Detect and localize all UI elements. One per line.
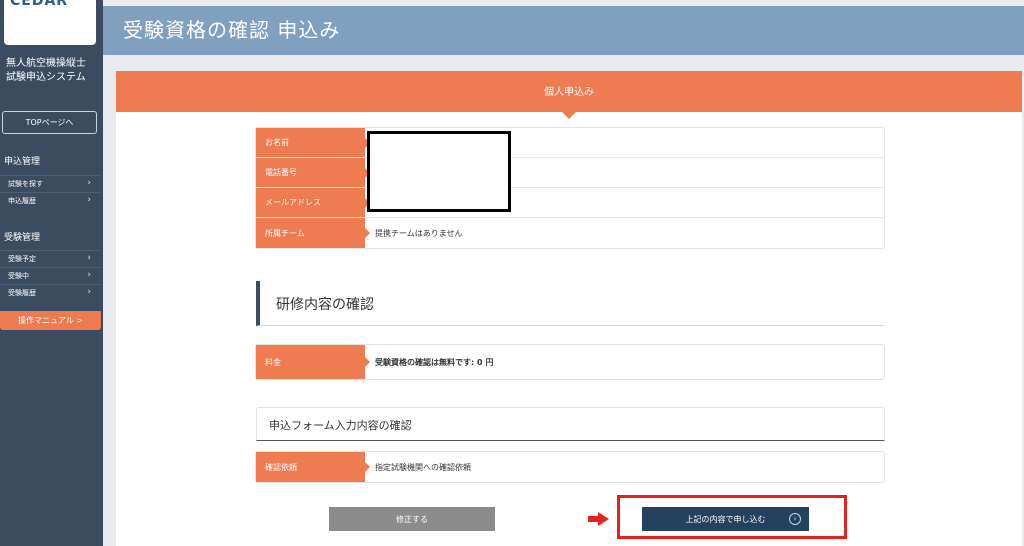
chevron-right-icon: ›	[87, 270, 91, 280]
form-confirm-section-heading: 申込フォーム入力内容の確認	[256, 407, 885, 441]
top-page-button[interactable]: TOPページへ	[2, 111, 97, 134]
system-name: 無人航空機操縦士 試験申込システム	[6, 57, 98, 85]
sidebar-item-in-progress[interactable]: 受験中 ›	[0, 267, 101, 284]
row-value: 提携チームはありません	[375, 228, 463, 238]
arrow-right-icon	[588, 512, 609, 526]
row-label: お名前	[256, 128, 370, 157]
submit-button[interactable]: 上記の内容で申し込む ›	[642, 507, 809, 531]
manual-button[interactable]: 操作マニュアル >	[0, 311, 101, 330]
sidebar-item-application-history[interactable]: 申込履歴 ›	[0, 192, 101, 209]
fee-table: 料金 受験資格の確認は無料です: 0 円	[255, 344, 885, 380]
page-header: 受験資格の確認 申込み	[103, 6, 1024, 55]
page-title: 受験資格の確認 申込み	[123, 18, 341, 42]
sidebar-item-label: 申込履歴	[8, 197, 36, 205]
chevron-right-icon: ›	[87, 253, 91, 263]
training-section-heading: 研修内容の確認	[256, 281, 885, 326]
band-notch	[562, 112, 576, 119]
table-row: お名前	[256, 128, 884, 158]
row-value: 受験資格の確認は無料です: 0 円	[375, 357, 494, 367]
section-heading-application: 申込管理	[4, 157, 41, 167]
personal-info-table: お名前 電話番号 メールアドレス 所属チーム 提携チームはありません	[255, 127, 885, 249]
section-heading-exam: 受験管理	[4, 233, 41, 243]
logo[interactable]: CEDAR	[4, 0, 96, 45]
sidebar-item-exam-history[interactable]: 受験履歴 ›	[0, 284, 101, 301]
row-label: メールアドレス	[256, 188, 370, 217]
chevron-right-icon: ›	[87, 178, 91, 188]
section-title: 研修内容の確認	[276, 297, 374, 313]
chevron-right-icon: ›	[87, 287, 91, 297]
redaction-box	[367, 131, 511, 212]
chevron-right-icon: ›	[87, 195, 91, 205]
row-label: 確認依頼	[256, 452, 370, 482]
confirm-request-table: 確認依頼 指定試験機関への確認依頼	[255, 451, 885, 483]
table-row: 確認依頼 指定試験機関への確認依頼	[256, 452, 884, 482]
section-title: 申込フォーム入力内容の確認	[269, 419, 412, 432]
row-value: 指定試験機関への確認依頼	[375, 462, 471, 472]
fix-button[interactable]: 修正する	[329, 507, 495, 531]
sidebar-item-label: 受験予定	[8, 255, 36, 263]
sidebar-item-label: 試験を探す	[8, 180, 43, 188]
submit-button-label: 上記の内容で申し込む	[685, 514, 766, 524]
table-row: 所属チーム 提携チームはありません	[256, 218, 884, 248]
band-title: 個人申込み	[544, 87, 594, 98]
row-label: 電話番号	[256, 158, 370, 187]
row-label: 料金	[256, 345, 370, 379]
table-row: 電話番号	[256, 158, 884, 188]
row-label: 所属チーム	[256, 218, 370, 248]
chevron-right-circle-icon: ›	[789, 513, 801, 525]
sidebar-item-search-exam[interactable]: 試験を探す ›	[0, 175, 101, 192]
sidebar-item-label: 受験中	[8, 272, 29, 280]
sidebar-item-scheduled[interactable]: 受験予定 ›	[0, 250, 101, 267]
system-name-line2: 試験申込システム	[6, 72, 86, 83]
sidebar: CEDAR 無人航空機操縦士 試験申込システム TOPページへ 申込管理 試験を…	[0, 0, 103, 546]
section-band: 個人申込み	[116, 71, 1022, 112]
system-name-line1: 無人航空機操縦士	[6, 58, 86, 69]
logo-text: CEDAR	[10, 0, 69, 9]
sidebar-item-label: 受験履歴	[8, 289, 36, 297]
table-row: メールアドレス	[256, 188, 884, 218]
table-row: 料金 受験資格の確認は無料です: 0 円	[256, 345, 884, 379]
